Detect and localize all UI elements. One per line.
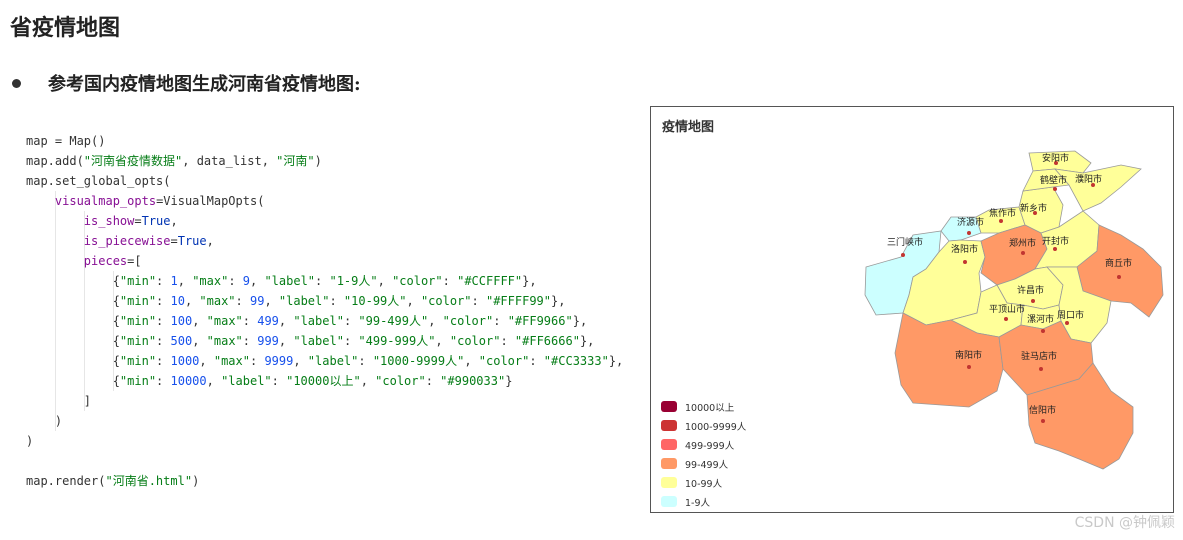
legend-swatch [661, 401, 677, 412]
code-block: map = Map() map.add("河南省疫情数据", data_list… [26, 131, 623, 491]
legend-item[interactable]: 10-99人 [661, 473, 746, 492]
code-line-piece: {"min": 10, "max": 99, "label": "10-99人"… [26, 294, 566, 308]
legend-swatch [661, 420, 677, 431]
bullet-item: 参考国内疫情地图生成河南省疫情地图: [10, 70, 361, 96]
code-line: map.set_global_opts( [26, 174, 171, 188]
city-dot [963, 260, 967, 264]
code-line-piece: {"min": 1, "max": 9, "label": "1-9人", "c… [26, 274, 537, 288]
city-label: 济源市 [957, 216, 984, 228]
city-label: 三门峡市 [887, 236, 923, 248]
city-label: 周口市 [1057, 309, 1084, 321]
legend-item[interactable]: 99-499人 [661, 454, 746, 473]
city-dot [999, 219, 1003, 223]
code-line: ] [83, 394, 92, 408]
code-line: is_piecewise=True, [83, 234, 214, 248]
legend-item[interactable]: 10000以上 [661, 397, 746, 416]
city-label: 焦作市 [989, 207, 1016, 219]
city-label: 驻马店市 [1021, 350, 1057, 362]
legend-item[interactable]: 499-999人 [661, 435, 746, 454]
legend-swatch [661, 458, 677, 469]
city-dot [1053, 247, 1057, 251]
city-label: 濮阳市 [1075, 173, 1102, 185]
city-dot [1041, 329, 1045, 333]
code-line: ) [26, 434, 34, 448]
map-panel: 疫情地图 安阳市 鹤壁市 濮阳市 新乡市 焦作市 济源市 三门峡市 洛阳市 郑州… [650, 106, 1174, 513]
watermark: CSDN @钟佩颖 [1074, 515, 1175, 531]
city-dot [967, 231, 971, 235]
code-line: map = Map() [26, 134, 106, 148]
bullet-dot-icon [12, 78, 21, 88]
city-label: 郑州市 [1009, 237, 1036, 249]
code-line: pieces=[ [83, 254, 142, 268]
city-label: 鹤壁市 [1040, 174, 1067, 186]
bullet-text: 参考国内疫情地图生成河南省疫情地图: [48, 74, 361, 95]
city-label: 新乡市 [1020, 202, 1047, 214]
city-label: 漯河市 [1027, 313, 1054, 325]
city-label: 信阳市 [1029, 404, 1056, 416]
city-label: 平顶山市 [989, 303, 1025, 315]
code-line: is_show=True, [83, 214, 178, 228]
legend-swatch [661, 439, 677, 450]
city-dot [1117, 275, 1121, 279]
legend-swatch [661, 496, 677, 507]
city-dot [1065, 321, 1069, 325]
legend-item[interactable]: 1-9人 [661, 492, 746, 511]
city-dot [1039, 367, 1043, 371]
city-dot [1053, 187, 1057, 191]
city-label: 洛阳市 [951, 243, 978, 255]
region-puyang[interactable] [1053, 164, 1142, 212]
page-heading: 省疫情地图 [10, 15, 121, 41]
map-legend: 10000以上 1000-9999人 499-999人 99-499人 10-9… [661, 397, 746, 511]
city-label: 商丘市 [1105, 257, 1132, 269]
code-line-piece: {"min": 1000, "max": 9999, "label": "100… [26, 354, 624, 368]
code-line-piece: {"min": 10000, "label": "10000以上", "colo… [26, 374, 513, 388]
code-line: ) [54, 414, 63, 428]
city-label: 许昌市 [1017, 284, 1044, 296]
city-dot [1004, 317, 1008, 321]
city-label: 安阳市 [1042, 152, 1069, 164]
city-dot [1041, 419, 1045, 423]
code-line-piece: {"min": 500, "max": 999, "label": "499-9… [26, 334, 595, 348]
code-line-piece: {"min": 100, "max": 499, "label": "99-49… [26, 314, 588, 328]
city-dot [1021, 251, 1025, 255]
code-line: map.render("河南省.html") [26, 474, 200, 488]
legend-swatch [661, 477, 677, 488]
code-line: map.add("河南省疫情数据", data_list, "河南") [26, 154, 322, 168]
code-line: visualmap_opts=VisualMapOpts( [54, 194, 265, 208]
city-label: 开封市 [1042, 235, 1069, 247]
city-label: 南阳市 [955, 349, 982, 361]
city-dot [901, 253, 905, 257]
city-dot [1031, 299, 1035, 303]
legend-item[interactable]: 1000-9999人 [661, 416, 746, 435]
city-dot [967, 365, 971, 369]
